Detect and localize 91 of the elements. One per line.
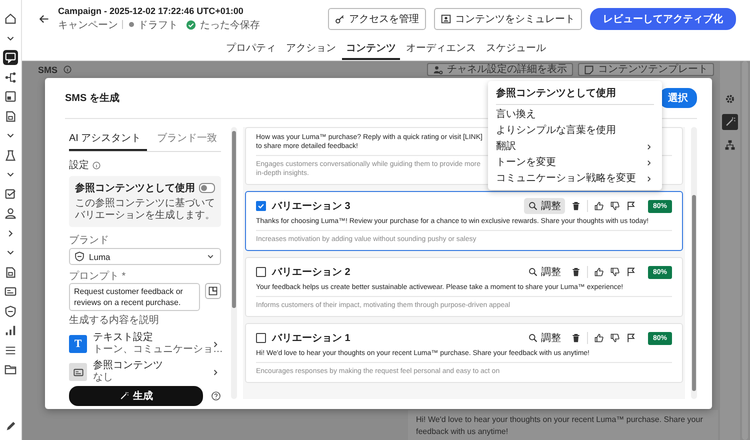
prompt-label: プロンプト * xyxy=(69,270,127,283)
status-dot-icon xyxy=(129,22,134,27)
expand-icon xyxy=(208,286,218,296)
status-label: ドラフト xyxy=(138,18,178,32)
checkbox[interactable] xyxy=(256,201,266,211)
prompt-field[interactable]: Request customer feedback or reviews on a recent purchase. xyxy=(69,283,200,311)
thumbs-up-icon[interactable] xyxy=(594,201,604,211)
brand-dropdown[interactable]: Luma xyxy=(69,248,221,265)
document-icon[interactable] xyxy=(3,108,18,124)
menu-item[interactable]: 言い換え xyxy=(488,107,662,123)
tab[interactable]: スケジュール xyxy=(482,37,550,60)
checkbox[interactable] xyxy=(256,267,266,277)
menu-item[interactable]: コミュニケーション戦略を変更 xyxy=(488,171,662,187)
flag-icon[interactable] xyxy=(626,267,636,277)
flag-icon[interactable] xyxy=(626,333,636,343)
info-icon[interactable] xyxy=(92,160,101,170)
key-icon xyxy=(335,14,345,24)
expand-button[interactable] xyxy=(205,283,221,299)
thumbs-up-icon[interactable] xyxy=(594,333,604,343)
adjust-button[interactable]: 調整 xyxy=(524,330,565,346)
template-button[interactable]: コンテンツテンプレート xyxy=(578,63,714,76)
help-icon[interactable] xyxy=(211,391,221,401)
back-arrow-icon[interactable] xyxy=(38,12,50,24)
thumbs-down-icon[interactable] xyxy=(610,201,620,211)
tab[interactable]: オーディエンス xyxy=(402,37,480,60)
preview-icon xyxy=(441,14,451,24)
reference-description: この参照コンテンツに基づいてバリエーションを生成します。 xyxy=(75,198,215,222)
trash-icon[interactable] xyxy=(570,201,581,211)
channel-settings-button[interactable]: チャネル設定の詳細を表示 xyxy=(427,63,573,76)
campaign-title: Campaign - 2025-12-02 17:22:46 UTC+01:00 xyxy=(58,6,244,16)
select-button[interactable]: 選択 xyxy=(659,88,697,108)
text-tile-icon: T xyxy=(69,335,87,353)
chat-icon[interactable] xyxy=(3,50,18,66)
adjust-button[interactable]: 調整 xyxy=(524,198,565,214)
tab[interactable]: プロパティ xyxy=(222,37,280,60)
thumbs-up-icon[interactable] xyxy=(594,267,604,277)
template-icon xyxy=(584,64,594,74)
shield-icon[interactable] xyxy=(3,304,18,319)
wand-icon xyxy=(119,391,129,401)
variation-title: バリエーション 1 xyxy=(272,332,350,345)
checklist-icon[interactable] xyxy=(3,186,18,202)
scrollbar[interactable] xyxy=(231,127,237,399)
shield-icon xyxy=(74,251,85,262)
variation-card[interactable] xyxy=(245,191,683,251)
variation-title: バリエーション 3 xyxy=(272,200,350,213)
prompt-hint: 生成する内容を説明 xyxy=(69,314,160,327)
option-item[interactable]: T テキスト設定 トーン、コミュニケーショ… xyxy=(69,330,221,358)
adjust-button[interactable]: 調整 xyxy=(524,264,565,280)
dialog-title: SMS を生成 xyxy=(65,92,120,105)
menu-item[interactable]: 参照コンテンツとして使用 xyxy=(488,84,662,102)
document-icon[interactable] xyxy=(3,264,18,280)
home-icon[interactable] xyxy=(3,11,18,26)
tab[interactable]: アクション xyxy=(282,37,340,60)
flag-icon[interactable] xyxy=(626,201,636,211)
thumbs-down-icon[interactable] xyxy=(610,267,620,277)
trash-icon[interactable] xyxy=(570,333,581,343)
layout-icon[interactable] xyxy=(3,89,18,104)
scrollbar[interactable] xyxy=(742,61,748,440)
brand-label: ブランド xyxy=(69,234,110,247)
message-preview: Hi! We'd love to hear your thoughts on your recent Luma™ purchase. Share your feedback with us anytime! xyxy=(408,410,718,440)
activate-button[interactable]: レビューしてアクティブ化 xyxy=(590,8,736,30)
menu-item[interactable]: トーンを変更 xyxy=(488,155,662,171)
checkbox[interactable] xyxy=(256,333,266,343)
save-status: たった今保存 xyxy=(200,18,260,32)
reference-title: 参照コンテンツとして使用 xyxy=(75,182,195,195)
settings-label: 設定 xyxy=(69,158,89,172)
toggle-switch[interactable] xyxy=(199,183,215,193)
variation-title: バリエーション 2 xyxy=(272,266,350,279)
scrollbar[interactable] xyxy=(691,127,697,399)
thumbs-down-icon[interactable] xyxy=(610,333,620,343)
info-icon[interactable] xyxy=(62,65,72,74)
section-title: SMS xyxy=(38,64,58,74)
document-tile-icon xyxy=(69,363,87,381)
menu-item[interactable]: 翻訳 xyxy=(488,139,662,155)
tab[interactable]: AI アシスタント xyxy=(69,127,148,151)
breadcrumb[interactable]: キャンペーン xyxy=(58,18,118,32)
generate-button[interactable]: 生成 xyxy=(69,386,203,406)
wand-icon[interactable] xyxy=(722,114,738,130)
magnifier-icon xyxy=(528,201,538,211)
check-circle-icon xyxy=(186,20,196,30)
simulate-button[interactable]: コンテンツをシミュレート xyxy=(434,8,582,30)
magnifier-icon xyxy=(528,333,538,343)
trash-icon[interactable] xyxy=(570,267,581,277)
branch-icon[interactable] xyxy=(3,70,18,85)
user-gear-icon xyxy=(433,64,443,74)
tab[interactable]: ブランド一致 xyxy=(157,127,224,151)
option-item[interactable]: 参照コンテンツ なし xyxy=(69,358,221,386)
magnifier-icon xyxy=(528,267,538,277)
user-icon[interactable] xyxy=(3,206,18,222)
access-button[interactable]: アクセスを管理 xyxy=(328,8,426,30)
flask-icon[interactable] xyxy=(3,148,18,163)
